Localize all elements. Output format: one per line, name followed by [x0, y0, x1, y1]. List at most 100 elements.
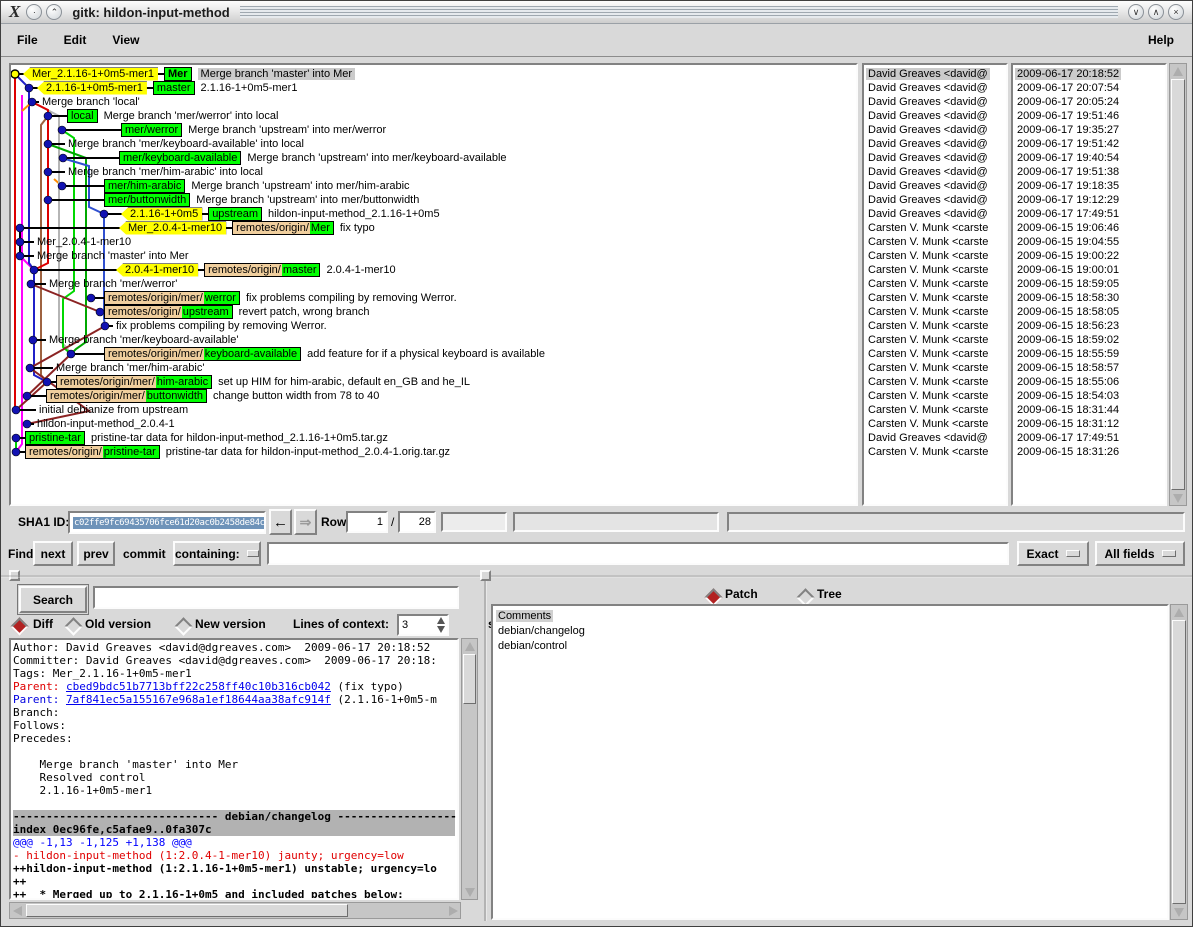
commit-list-scrollbar[interactable] — [1169, 63, 1187, 506]
date-cell[interactable]: 2009-06-15 18:59:05 — [1015, 277, 1121, 291]
commit-row[interactable]: Merge branch 'master' into Mer — [37, 249, 189, 263]
author-cell[interactable]: Carsten V. Munk <carste — [866, 375, 990, 389]
vertical-sash[interactable] — [484, 581, 487, 921]
author-cell[interactable]: David Greaves <david@ — [866, 431, 990, 445]
forward-button[interactable]: ⇒ — [294, 509, 317, 535]
commit-row[interactable]: Mer_2.1.16-1+0m5-mer1MerMerge branch 'ma… — [23, 67, 355, 81]
date-cell[interactable]: 2009-06-17 20:07:54 — [1015, 81, 1121, 95]
date-cell[interactable]: 2009-06-15 18:31:44 — [1015, 403, 1121, 417]
fields-dropdown[interactable]: All fields — [1095, 541, 1185, 566]
date-cell[interactable]: 2009-06-15 18:31:12 — [1015, 417, 1121, 431]
author-cell[interactable]: Carsten V. Munk <carste — [866, 333, 990, 347]
remote-branch-label[interactable]: remotes/origin/mer/buttonwidth — [46, 389, 207, 403]
find-next-button[interactable]: next — [33, 541, 73, 566]
tag-label[interactable]: 2.0.4-1-mer10 — [116, 264, 198, 277]
commit-row[interactable]: Mer_2.0.4-1-mer10 — [37, 235, 131, 249]
commit-row[interactable]: remotes/origin/mer/buttonwidthchange but… — [46, 389, 379, 403]
date-cell[interactable]: 2009-06-15 19:06:46 — [1015, 221, 1121, 235]
commit-row[interactable]: remotes/origin/pristine-tarpristine-tar … — [25, 445, 450, 459]
diff-view[interactable]: Author: David Greaves <david@dgreaves.co… — [9, 638, 459, 900]
titlebar-shade-down-button[interactable]: ∨ — [1128, 4, 1144, 20]
menu-edit[interactable]: Edit — [54, 29, 97, 51]
parent-sha-link[interactable]: 7af841ec5a155167e968a1ef18644aa38afc914f — [66, 693, 331, 706]
spinbox-up-icon[interactable] — [437, 617, 445, 624]
find-input[interactable] — [267, 542, 1009, 565]
author-cell[interactable]: David Greaves <david@ — [866, 109, 990, 123]
row-number-field[interactable]: 1 — [346, 511, 388, 533]
branch-label[interactable]: Mer — [164, 67, 192, 81]
branch-label[interactable]: pristine-tar — [25, 431, 85, 445]
date-cell[interactable]: 2009-06-17 19:12:29 — [1015, 193, 1121, 207]
date-cell[interactable]: 2009-06-15 18:58:05 — [1015, 305, 1121, 319]
author-cell[interactable]: David Greaves <david@ — [866, 81, 990, 95]
author-cell[interactable]: Carsten V. Munk <carste — [866, 221, 990, 235]
commit-row[interactable]: fix problems compiling by removing Werro… — [116, 319, 327, 333]
date-cell[interactable]: 2009-06-15 18:56:23 — [1015, 319, 1121, 333]
date-cell[interactable]: 2009-06-17 19:35:27 — [1015, 123, 1121, 137]
branch-label[interactable]: mer/keyboard-available — [119, 151, 241, 165]
menu-view[interactable]: View — [102, 29, 149, 51]
commit-row[interactable]: mer/keyboard-availableMerge branch 'upst… — [119, 151, 507, 165]
scroll-left-arrow-icon[interactable] — [10, 903, 24, 918]
spare-field-3[interactable] — [727, 512, 1185, 532]
commit-row[interactable]: mer/him-arabicMerge branch 'upstream' in… — [104, 179, 410, 193]
date-cell[interactable]: 2009-06-15 18:55:06 — [1015, 375, 1121, 389]
containing-dropdown[interactable]: containing: — [173, 541, 261, 566]
old-version-radio[interactable] — [64, 617, 82, 635]
author-cell[interactable]: David Greaves <david@ — [866, 179, 990, 193]
parent-sha-link[interactable]: cbed9bdc51b7713bff22c258ff40c10b316cb042 — [66, 680, 331, 693]
scroll-down-arrow-icon[interactable] — [462, 885, 477, 899]
search-button[interactable]: Search — [19, 586, 87, 613]
scroll-up-arrow-icon[interactable] — [462, 639, 477, 653]
horizontal-sash[interactable] — [1, 575, 1193, 578]
author-cell[interactable]: Carsten V. Munk <carste — [866, 319, 990, 333]
row-total-field[interactable]: 28 — [398, 511, 436, 533]
author-cell[interactable]: Carsten V. Munk <carste — [866, 291, 990, 305]
spinbox-arrows[interactable] — [435, 616, 447, 634]
remote-branch-label[interactable]: remotes/origin/Mer — [232, 221, 334, 235]
commit-row[interactable]: mer/werrorMerge branch 'upstream' into m… — [121, 123, 386, 137]
date-cell[interactable]: 2009-06-17 20:05:24 — [1015, 95, 1121, 109]
titlebar-dot-button[interactable]: · — [26, 4, 42, 20]
scrollbar-thumb[interactable] — [1172, 620, 1186, 904]
author-cell[interactable]: Carsten V. Munk <carste — [866, 445, 990, 459]
author-cell[interactable]: Carsten V. Munk <carste — [866, 305, 990, 319]
commit-row[interactable]: mer/buttonwidthMerge branch 'upstream' i… — [104, 193, 419, 207]
new-version-radio[interactable] — [174, 617, 192, 635]
commit-row[interactable]: 2.1.16-1+0m5upstreamhildon-input-method_… — [121, 207, 440, 221]
branch-label[interactable]: upstream — [208, 207, 262, 221]
author-cell[interactable]: Carsten V. Munk <carste — [866, 235, 990, 249]
menu-help[interactable]: Help — [1136, 29, 1186, 51]
titlebar-close-button[interactable]: × — [1168, 4, 1184, 20]
titlebar[interactable]: X · ⌃ gitk: hildon-input-method ∨ ∧ × — [1, 1, 1192, 24]
date-cell[interactable]: 2009-06-17 19:18:35 — [1015, 179, 1121, 193]
commit-row[interactable]: initial debianize from upstream — [39, 403, 188, 417]
commit-row[interactable]: remotes/origin/mer/werrorfix problems co… — [104, 291, 457, 305]
date-cell[interactable]: 2009-06-17 19:51:38 — [1015, 165, 1121, 179]
date-cell[interactable]: 2009-06-15 18:59:02 — [1015, 333, 1121, 347]
author-cell[interactable]: David Greaves <david@ — [866, 207, 990, 221]
scrollbar-thumb[interactable] — [26, 904, 348, 917]
sha1-input[interactable]: c02ffe9fc69435706fce61d20ac0b2458de84c84 — [68, 511, 266, 534]
remote-branch-label[interactable]: remotes/origin/upstream — [104, 305, 233, 319]
date-cell[interactable]: 2009-06-15 18:58:30 — [1015, 291, 1121, 305]
author-pane[interactable]: David Greaves <david@ David Greaves <davi… — [862, 63, 1008, 506]
vertical-sash-handle[interactable] — [480, 570, 491, 581]
commit-row[interactable]: Merge branch 'mer/keyboard-available' in… — [68, 137, 304, 151]
remote-branch-label[interactable]: remotes/origin/pristine-tar — [25, 445, 160, 459]
diff-radio[interactable] — [10, 617, 28, 635]
author-cell[interactable]: Carsten V. Munk <carste — [866, 263, 990, 277]
author-cell[interactable]: Carsten V. Munk <carste — [866, 277, 990, 291]
find-prev-button[interactable]: prev — [77, 541, 115, 566]
diff-vscrollbar[interactable] — [461, 638, 478, 900]
date-cell[interactable]: 2009-06-15 19:00:22 — [1015, 249, 1121, 263]
date-cell[interactable]: 2009-06-17 19:51:42 — [1015, 137, 1121, 151]
commit-row[interactable]: Merge branch 'mer/him-arabic' into local — [68, 165, 263, 179]
commit-row[interactable]: pristine-tarpristine-tar data for hildon… — [25, 431, 388, 445]
commit-row[interactable]: 2.0.4-1-mer10remotes/origin/master2.0.4-… — [116, 263, 396, 277]
scroll-up-arrow-icon[interactable] — [1170, 64, 1186, 78]
commit-row[interactable]: 2.1.16-1+0m5-mer1master2.1.16-1+0m5-mer1 — [37, 81, 297, 95]
scroll-right-arrow-icon[interactable] — [446, 903, 460, 918]
scrollbar-thumb[interactable] — [463, 654, 476, 704]
date-cell[interactable]: 2009-06-17 20:18:52 — [1015, 67, 1121, 81]
